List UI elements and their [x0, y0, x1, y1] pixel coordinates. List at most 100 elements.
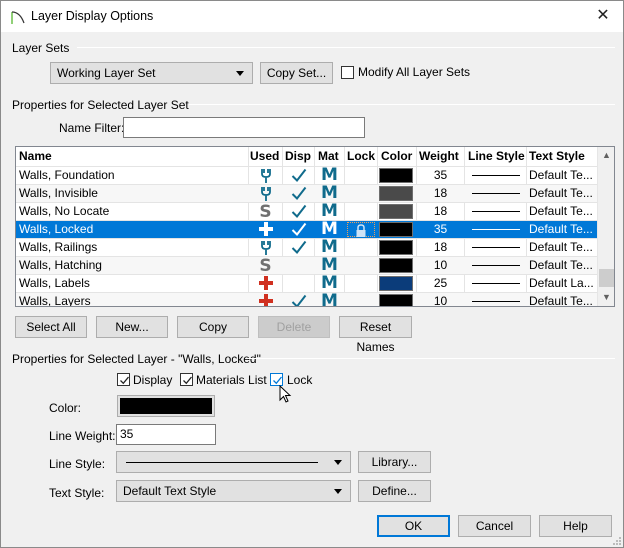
col-header-color[interactable]: Color	[381, 149, 412, 163]
table-row[interactable]: Walls, Locked M 35 Default Te...	[16, 220, 598, 238]
scroll-up-icon[interactable]: ▲	[598, 147, 614, 164]
material-m-icon[interactable]: M	[315, 275, 344, 292]
line-style-preview[interactable]	[472, 265, 520, 266]
col-header-name[interactable]: Name	[19, 149, 52, 163]
material-m-icon[interactable]: M	[315, 293, 344, 306]
line-style-preview[interactable]	[472, 175, 520, 176]
disp-cell[interactable]	[283, 239, 314, 256]
material-m-icon[interactable]: M	[315, 167, 344, 184]
lock-cell[interactable]	[345, 239, 377, 256]
scroll-down-icon[interactable]: ▼	[598, 289, 614, 306]
disp-cell[interactable]	[283, 257, 314, 274]
used-cell[interactable]	[249, 293, 282, 306]
line-style-preview[interactable]	[472, 229, 520, 230]
cancel-button[interactable]: Cancel	[458, 515, 531, 537]
material-m-icon[interactable]: M	[315, 221, 344, 238]
select-all-button[interactable]: Select All	[15, 316, 87, 338]
materials-list-checkbox[interactable]	[180, 373, 193, 386]
col-header-mat[interactable]: Mat	[318, 149, 339, 163]
line-style-preview[interactable]	[472, 193, 520, 194]
copy-layer-button[interactable]: Copy	[177, 316, 249, 338]
weight-value[interactable]: 10	[417, 293, 464, 306]
used-cell[interactable]: S	[249, 257, 282, 275]
close-button[interactable]: ✕	[593, 6, 613, 26]
lock-cell[interactable]	[345, 167, 377, 184]
text-style-value[interactable]: Default Te...	[529, 257, 597, 274]
disp-cell[interactable]	[283, 185, 314, 202]
weight-value[interactable]: 18	[417, 203, 464, 220]
new-layer-button[interactable]: New...	[96, 316, 168, 338]
display-checkbox[interactable]	[117, 373, 130, 386]
library-button[interactable]: Library...	[358, 451, 431, 473]
scrollbar-thumb[interactable]	[599, 269, 614, 287]
disp-cell[interactable]	[283, 221, 314, 238]
weight-value[interactable]: 18	[417, 239, 464, 256]
color-swatch[interactable]	[379, 294, 413, 306]
text-style-value[interactable]: Default Te...	[529, 239, 597, 256]
color-swatch[interactable]	[379, 168, 413, 183]
used-cell[interactable]	[249, 239, 282, 256]
lock-cell[interactable]	[345, 257, 377, 274]
text-style-value[interactable]: Default Te...	[529, 293, 597, 306]
used-cell[interactable]	[249, 221, 282, 238]
text-style-value[interactable]: Default Te...	[529, 203, 597, 220]
text-style-dropdown[interactable]: Default Text Style	[116, 480, 351, 502]
material-m-icon[interactable]: M	[315, 257, 344, 274]
layer-set-dropdown[interactable]: Working Layer Set	[50, 62, 253, 84]
table-row[interactable]: Walls, No Locate S M 18 Default Te...	[16, 202, 598, 220]
disp-cell[interactable]	[283, 203, 314, 220]
used-cell[interactable]	[249, 275, 282, 292]
color-swatch[interactable]	[379, 204, 413, 219]
material-m-icon[interactable]: M	[315, 203, 344, 220]
used-cell[interactable]: S	[249, 203, 282, 221]
material-m-icon[interactable]: M	[315, 239, 344, 256]
col-header-lock[interactable]: Lock	[347, 149, 375, 163]
table-row[interactable]: Walls, Foundation M 35 Default Te...	[16, 166, 598, 184]
col-header-text-style[interactable]: Text Style	[529, 149, 585, 163]
vertical-scrollbar[interactable]: ▲ ▼	[597, 147, 614, 306]
col-header-weight[interactable]: Weight	[419, 149, 459, 163]
color-swatch[interactable]	[379, 186, 413, 201]
line-weight-input[interactable]: 35	[116, 424, 216, 445]
line-style-preview[interactable]	[472, 301, 520, 302]
line-style-preview[interactable]	[472, 247, 520, 248]
ok-button[interactable]: OK	[377, 515, 450, 537]
col-header-used[interactable]: Used	[250, 149, 279, 163]
disp-cell[interactable]	[283, 167, 314, 184]
delete-layer-button[interactable]: Delete	[258, 316, 330, 338]
line-style-preview[interactable]	[472, 283, 520, 284]
name-filter-input[interactable]	[123, 117, 365, 138]
color-swatch[interactable]	[379, 222, 413, 237]
table-row[interactable]: Walls, Railings M 18 Default Te...	[16, 238, 598, 256]
lock-cell[interactable]	[345, 275, 377, 292]
table-row[interactable]: Walls, Labels M 25 Default La...	[16, 274, 598, 292]
disp-cell[interactable]	[283, 293, 314, 306]
help-button[interactable]: Help	[539, 515, 612, 537]
color-swatch[interactable]	[379, 258, 413, 273]
weight-value[interactable]: 35	[417, 221, 464, 238]
weight-value[interactable]: 10	[417, 257, 464, 274]
disp-cell[interactable]	[283, 275, 314, 292]
modify-all-layer-sets-checkbox[interactable]	[341, 66, 354, 79]
color-swatch[interactable]	[379, 240, 413, 255]
lock-cell[interactable]	[345, 203, 377, 220]
used-cell[interactable]	[249, 167, 282, 184]
lock-cell[interactable]	[345, 185, 377, 202]
line-style-dropdown[interactable]	[116, 451, 351, 473]
copy-set-button[interactable]: Copy Set...	[260, 62, 333, 84]
material-m-icon[interactable]: M	[315, 185, 344, 202]
text-style-value[interactable]: Default Te...	[529, 221, 597, 238]
used-cell[interactable]	[249, 185, 282, 202]
lock-cell[interactable]	[345, 293, 377, 306]
color-picker-button[interactable]	[117, 395, 215, 417]
table-row[interactable]: Walls, Layers M 10 Default Te...	[16, 292, 598, 306]
col-header-line-style[interactable]: Line Style	[468, 149, 525, 163]
reset-names-button[interactable]: Reset Names	[339, 316, 412, 354]
col-header-disp[interactable]: Disp	[285, 149, 311, 163]
define-button[interactable]: Define...	[358, 480, 431, 502]
text-style-value[interactable]: Default Te...	[529, 185, 597, 202]
table-row[interactable]: Walls, Invisible M 18 Default Te...	[16, 184, 598, 202]
lock-cell[interactable]	[345, 221, 377, 238]
text-style-value[interactable]: Default La...	[529, 275, 597, 292]
text-style-value[interactable]: Default Te...	[529, 167, 597, 184]
